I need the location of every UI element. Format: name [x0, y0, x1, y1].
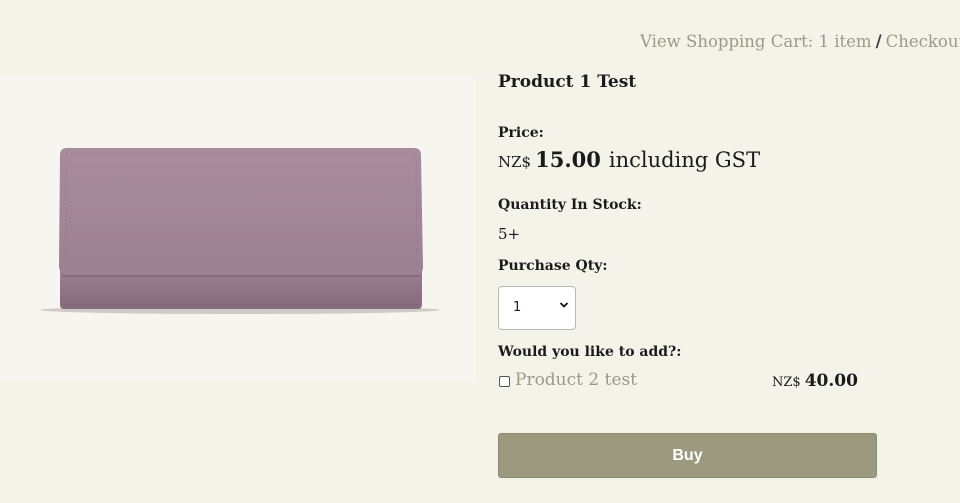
price-label: Price:: [498, 125, 544, 141]
top-nav: View Shopping Cart: 1 item / Checkout: [640, 32, 960, 51]
price-row: NZ$ 15.00 including GST: [498, 147, 760, 172]
addon-label: Would you like to add?:: [498, 344, 682, 360]
addon-price: NZ$ 40.00: [772, 371, 858, 391]
addon-row: Product 2 test NZ$ 40.00: [498, 370, 878, 392]
qty-label: Purchase Qty:: [498, 258, 608, 274]
qty-selected-value: 1: [513, 300, 522, 315]
nav-separator: /: [875, 32, 882, 51]
addon-currency: NZ$: [772, 375, 801, 390]
price-amount: 15.00: [535, 147, 601, 172]
buy-button[interactable]: Buy: [498, 433, 877, 478]
chevron-down-icon: [559, 302, 569, 308]
stock-label: Quantity In Stock:: [498, 197, 642, 213]
addon-checkbox[interactable]: [499, 376, 510, 387]
stock-value: 5+: [498, 225, 521, 243]
tax-note: including GST: [608, 148, 761, 172]
addon-amount: 40.00: [804, 371, 858, 391]
purchase-qty-select[interactable]: 1: [498, 286, 576, 330]
product-title: Product 1 Test: [498, 72, 637, 92]
purse-image: [40, 148, 440, 314]
addon-name[interactable]: Product 2 test: [515, 370, 637, 390]
checkout-link[interactable]: Checkout: [886, 32, 960, 51]
product-image[interactable]: [0, 77, 476, 382]
view-cart-link[interactable]: View Shopping Cart: 1 item: [640, 32, 872, 51]
price-currency: NZ$: [498, 153, 532, 171]
